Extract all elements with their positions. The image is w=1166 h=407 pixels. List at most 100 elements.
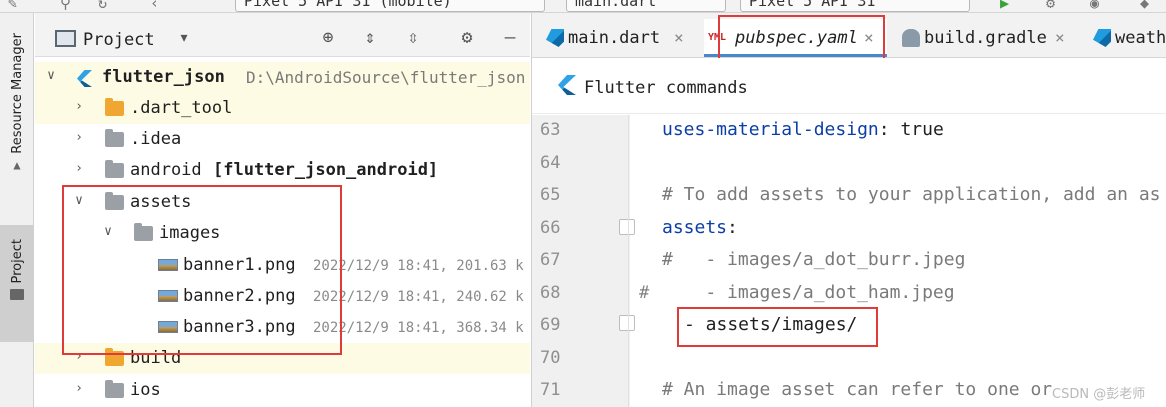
dart-file-icon [1093,29,1111,47]
tree-item-label: images [159,223,221,243]
code-line-65[interactable]: # To add assets to your application, add… [662,184,1161,205]
tree-row[interactable]: › .dart_tool [35,93,530,124]
project-view-icon [55,30,76,47]
tree-item-label: assets [130,192,192,212]
hammer-icon[interactable]: ✎ [8,0,17,12]
tree-row[interactable]: banner2.png 2022/12/9 18:41, 240.62 k [35,281,530,312]
code-line-67[interactable]: # - images/a_dot_burr.jpeg [662,249,965,270]
chevron-down-icon[interactable]: ∨ [44,69,58,83]
close-icon[interactable]: × [674,28,684,47]
tab-label: build.gradle [924,28,1047,48]
yml-file-icon: YML [708,32,727,43]
close-icon[interactable]: × [864,28,874,47]
chevron-down-icon[interactable]: ∨ [101,225,115,239]
yaml-value: true [900,119,944,140]
project-title[interactable]: Project [83,30,155,50]
chevron-right-icon[interactable]: › [72,162,86,176]
chevron-right-icon[interactable]: › [72,350,86,364]
tree-item-label: banner1.png [183,255,296,275]
collapse-all-icon[interactable]: ⇳ [403,28,423,48]
gear-icon[interactable]: ⚙ [457,28,477,48]
folder-icon [105,348,124,366]
close-icon[interactable]: × [1055,28,1065,47]
project-tab[interactable]: Project [0,225,34,342]
device-selector[interactable]: Pixel 5 API 31 (mobile) [235,0,545,12]
chevron-right-icon[interactable]: › [72,131,86,145]
profile-icon[interactable]: ◉ [1090,0,1099,12]
run-icon[interactable]: ▶ [1000,0,1009,12]
tab-build-gradle[interactable]: build.gradle × [898,19,1078,57]
tab-weather[interactable]: weath [1089,19,1166,57]
tab-main-dart[interactable]: main.dart × [542,19,692,57]
tree-item-label: build [130,348,182,368]
flutter-icon [77,70,92,87]
line-number: 65 [540,185,561,205]
fold-marker-icon[interactable] [619,219,635,235]
editor-tabs: main.dart × YML pubspec.yaml × build.gra… [532,13,1166,71]
flutter-commands-label[interactable]: Flutter commands [584,78,748,98]
back-icon[interactable]: ‹ [150,0,159,12]
tab-pubspec-yaml[interactable]: YML pubspec.yaml × [704,19,887,57]
yaml-separator: : [878,119,901,140]
code-line-66[interactable]: assets: [662,217,738,238]
project-root-name: flutter_json [102,67,225,87]
run-config-selector[interactable]: main.dart [566,0,726,12]
code-line-63[interactable]: uses-material-design: true [662,119,944,140]
tree-item-label: ios [130,380,161,400]
debug-icon[interactable]: ⚙ [1046,0,1055,12]
folder-icon [105,129,124,147]
tree-row[interactable]: › android [flutter_json_android] [35,155,530,186]
tree-item-label: .dart_tool [130,98,233,118]
yaml-key: assets [662,217,728,238]
resource-manager-icon: ▲ [13,157,21,172]
resource-manager-tab[interactable]: Resource Manager ▲ [0,33,34,208]
device-selector-2[interactable]: Pixel 5 API 31 [740,0,970,12]
tree-row[interactable]: banner1.png 2022/12/9 18:41, 201.63 k [35,250,530,281]
chevron-down-icon[interactable]: ∨ [72,194,86,208]
line-number: 71 [540,380,561,400]
tab-label: main.dart [568,28,661,48]
folder-icon [105,192,124,210]
tree-row[interactable]: › build [35,343,530,374]
sync-icon[interactable]: ↻ [98,0,107,12]
line-number: 68 [540,283,561,303]
minimize-icon[interactable]: — [500,28,520,48]
chevron-right-icon[interactable]: › [72,382,86,396]
tab-label: weath [1115,28,1166,48]
tree-item-label: .idea [130,129,182,149]
flutter-commands-bar: Flutter commands [532,58,1166,114]
search-icon[interactable]: ⚲ [60,0,71,12]
tree-item-label: banner3.png [183,317,296,337]
tool-window-strip: Resource Manager ▲ Project [0,13,34,407]
locate-icon[interactable]: ⊕ [318,28,338,48]
watermark: CSDN @彭老师 [1052,387,1146,402]
expand-all-icon[interactable]: ⇕ [360,28,380,48]
folder-icon [10,289,24,301]
file-meta: 2022/12/9 18:41, 240.62 k [313,289,524,305]
tree-row[interactable]: banner3.png 2022/12/9 18:41, 368.34 k [35,312,530,343]
folder-icon [105,160,124,178]
folder-icon [105,98,124,116]
fold-marker-icon[interactable] [619,315,635,331]
tree-row[interactable]: ∨ images [35,218,530,249]
more-icon[interactable]: ◆ [1140,0,1149,12]
gradle-file-icon [902,29,920,47]
yaml-key: uses-material-design [662,119,879,140]
chevron-down-icon[interactable]: ▾ [174,28,194,48]
image-file-icon [158,321,178,333]
folder-icon [134,223,153,241]
file-meta: 2022/12/9 18:41, 368.34 k [313,320,524,336]
line-number: 67 [540,250,561,270]
tree-row-root[interactable]: ∨ flutter_json D:\AndroidSource\flutter_… [35,62,530,93]
code-line-69[interactable]: - assets/images/ [684,314,857,335]
project-panel: Project ▾ ⊕ ⇕ ⇳ ⚙ — ∨ flutter_json D:\An… [35,13,530,407]
line-number: 64 [540,153,561,173]
chevron-right-icon[interactable]: › [72,100,86,114]
tree-row[interactable]: › ios [35,375,530,406]
line-number: 63 [540,120,561,140]
resource-manager-label: Resource Manager [9,33,25,154]
tree-row[interactable]: ∨ assets [35,187,530,218]
tree-row[interactable]: › .idea [35,124,530,155]
code-line-71[interactable]: # An image asset can refer to one or [662,379,1052,400]
code-line-68[interactable]: - images/a_dot_ham.jpeg [662,282,954,303]
